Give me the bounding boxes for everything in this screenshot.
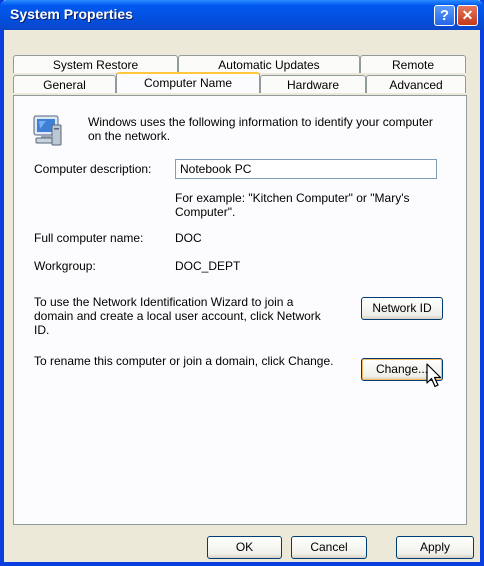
description-label: Computer description: (34, 162, 152, 176)
apply-button[interactable]: Apply (396, 536, 474, 559)
cancel-button[interactable]: Cancel (291, 536, 367, 559)
network-id-text-line1: To use the Network Identification Wizard… (34, 295, 294, 309)
change-text: To rename this computer or join a domain… (34, 354, 334, 368)
network-id-button[interactable]: Network ID (361, 297, 443, 320)
ok-button[interactable]: OK (207, 536, 282, 559)
help-button[interactable]: ? (434, 5, 455, 26)
tab-advanced[interactable]: Advanced (366, 75, 466, 93)
tab-automatic-updates[interactable]: Automatic Updates (178, 55, 360, 73)
tab-hardware[interactable]: Hardware (260, 75, 366, 93)
full-name-value: DOC (175, 231, 202, 245)
window-title: System Properties (10, 6, 133, 22)
computer-icon (33, 115, 62, 146)
close-icon: ✕ (461, 7, 474, 23)
close-button[interactable]: ✕ (457, 5, 478, 26)
description-example-line1: For example: "Kitchen Computer" or "Mary… (175, 191, 410, 205)
tab-system-restore[interactable]: System Restore (13, 55, 178, 73)
intro-text-line1: Windows uses the following information t… (88, 115, 433, 129)
title-bar[interactable]: System Properties ? ✕ (0, 0, 484, 30)
full-name-label: Full computer name: (34, 231, 144, 245)
tab-computer-name[interactable]: Computer Name (116, 72, 260, 93)
tab-remote[interactable]: Remote (360, 55, 466, 73)
intro-text-line2: on the network. (88, 129, 171, 143)
description-example-line2: Computer". (175, 205, 236, 219)
network-id-text-line2: domain and create a local user account, … (34, 309, 321, 323)
mouse-pointer-icon (426, 363, 442, 388)
tab-general[interactable]: General (13, 75, 116, 93)
workgroup-value: DOC_DEPT (175, 259, 241, 273)
description-input[interactable]: Notebook PC (175, 159, 437, 179)
network-id-text-line3: ID. (34, 323, 50, 337)
help-icon: ? (439, 7, 450, 24)
workgroup-label: Workgroup: (34, 259, 96, 273)
